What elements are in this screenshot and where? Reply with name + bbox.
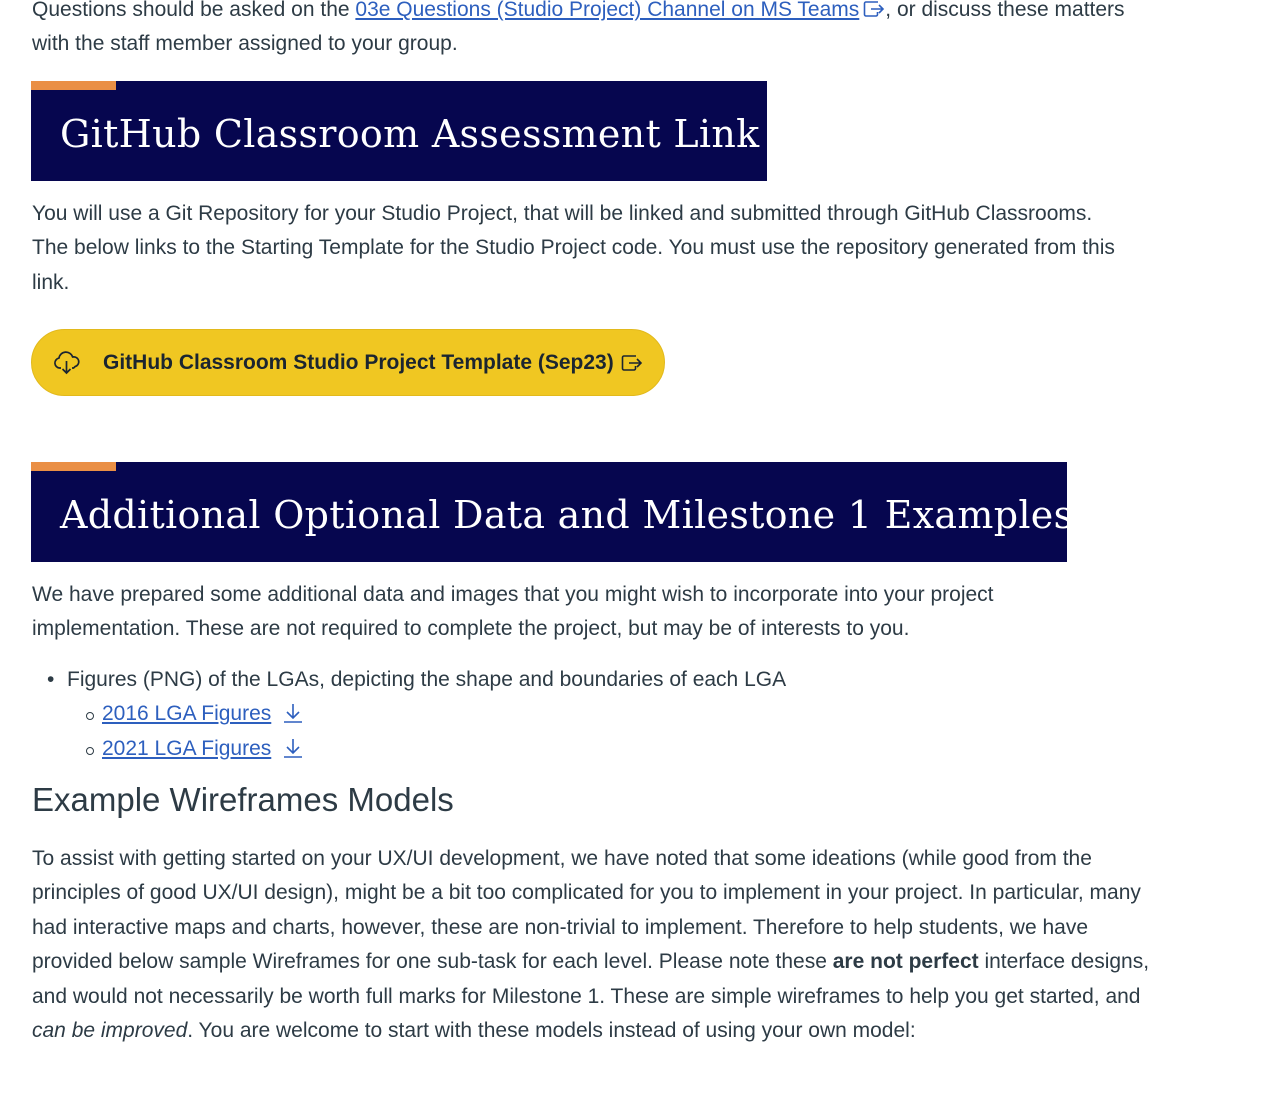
additional-section-body: We have prepared some additional data an… [32, 578, 1092, 647]
github-paragraph: You will use a Git Repository for your S… [32, 202, 1115, 294]
list-item: 2021 LGA Figures [67, 732, 1132, 766]
wireframes-text: . You are welcome to start with these mo… [187, 1019, 916, 1043]
intro-text: Questions should be asked on the [32, 0, 356, 21]
download-icon[interactable] [281, 736, 305, 760]
button-label: GitHub Classroom Studio Project Template… [103, 350, 614, 374]
lga-2021-figures-link[interactable]: 2021 LGA Figures [102, 737, 271, 760]
github-section-heading: GitHub Classroom Assessment Link [60, 112, 760, 156]
github-classroom-template-button[interactable]: GitHub Classroom Studio Project Template… [31, 329, 665, 396]
external-link-icon [621, 354, 642, 371]
cloud-download-icon [53, 350, 81, 375]
ms-teams-channel-link[interactable]: 03e Questions (Studio Project) Channel o… [355, 0, 859, 21]
github-section-body: You will use a Git Repository for your S… [32, 197, 1132, 300]
external-link-icon [863, 1, 885, 17]
wireframes-section: Example Wireframes Models [32, 780, 1162, 820]
wireframes-italic-text: can be improved [32, 1019, 188, 1043]
intro-section: Questions should be asked on the 03e Que… [32, 0, 1132, 62]
lga-2016-figures-link[interactable]: 2016 LGA Figures [102, 702, 271, 725]
wireframes-paragraph: To assist with getting started on your U… [32, 842, 1150, 1048]
figures-bullet-text: Figures (PNG) of the LGAs, depicting the… [67, 668, 787, 691]
additional-paragraph: We have prepared some additional data an… [32, 583, 994, 641]
list-item: Figures (PNG) of the LGAs, depicting the… [32, 663, 1132, 766]
download-icon[interactable] [281, 701, 305, 725]
intro-paragraph: Questions should be asked on the 03e Que… [32, 0, 1132, 62]
figures-list: Figures (PNG) of the LGAs, depicting the… [32, 663, 1132, 766]
github-section-banner: GitHub Classroom Assessment Link [31, 81, 767, 181]
list-item: 2016 LGA Figures [67, 697, 1132, 731]
additional-section-heading: Additional Optional Data and Milestone 1… [60, 493, 1074, 537]
wireframes-bold-text: are not perfect [832, 950, 979, 974]
wireframes-body: To assist with getting started on your U… [32, 842, 1150, 1048]
additional-section-banner: Additional Optional Data and Milestone 1… [31, 462, 1073, 562]
wireframes-heading: Example Wireframes Models [32, 781, 454, 818]
